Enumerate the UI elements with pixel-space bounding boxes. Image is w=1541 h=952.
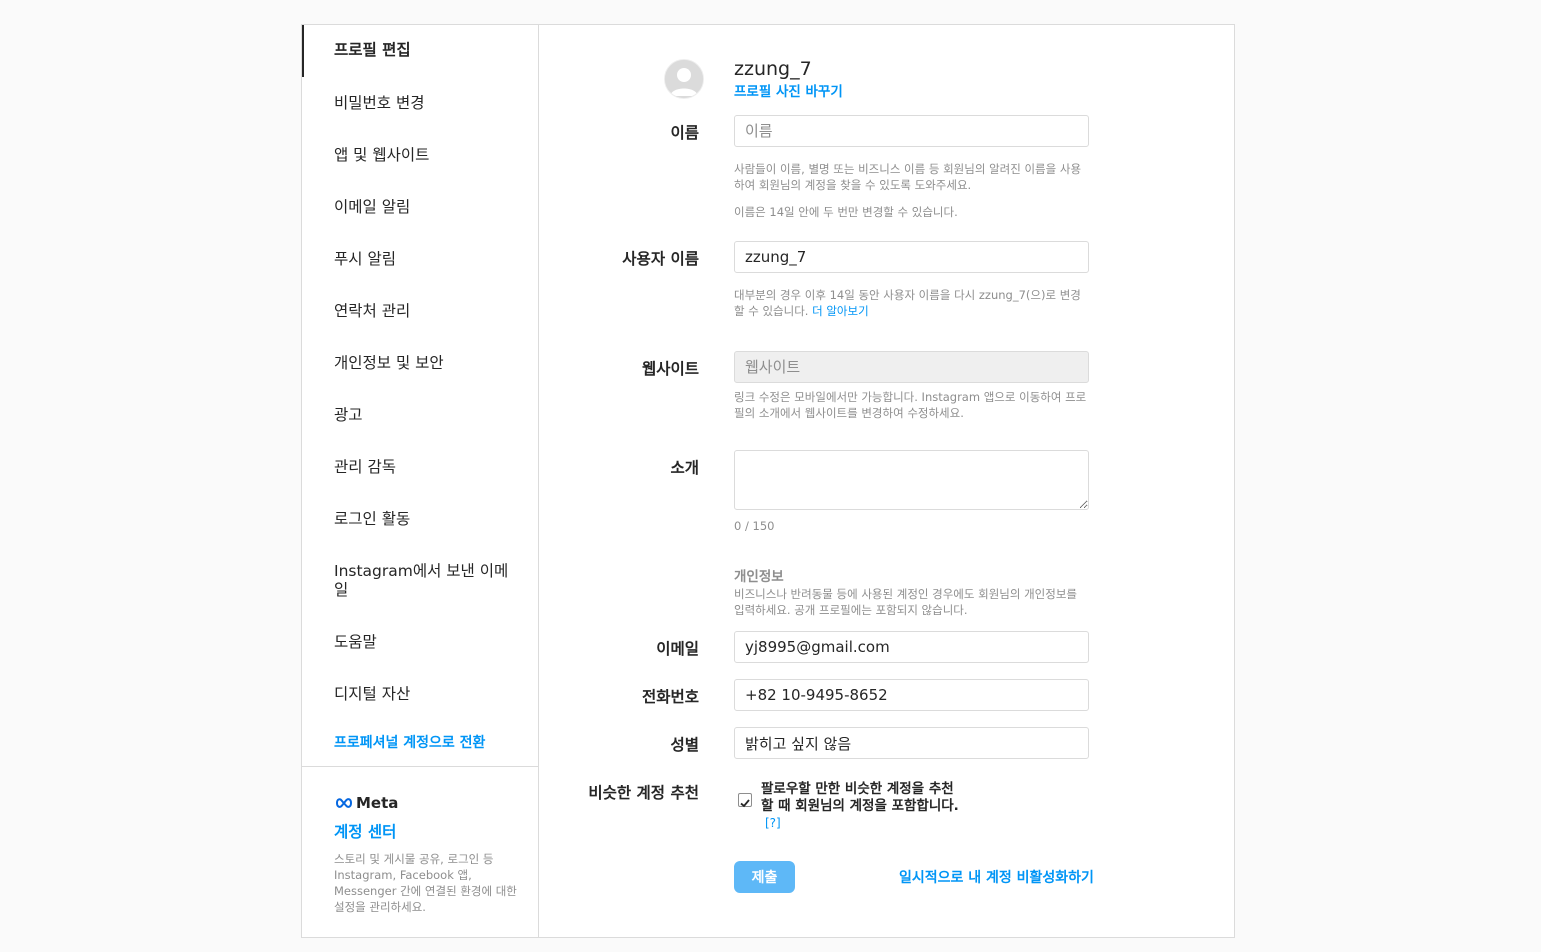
accounts-center-description: 스토리 및 게시물 공유, 로그인 등 Instagram, Facebook … [334, 852, 517, 914]
avatar[interactable] [664, 59, 704, 99]
accounts-center-link[interactable]: 계정 센터 [334, 820, 396, 842]
website-label: 웹사이트 [641, 360, 699, 378]
phone-input[interactable] [734, 679, 1089, 711]
email-input[interactable] [734, 631, 1089, 663]
gender-label: 성별 [670, 736, 699, 754]
settings-sidebar: 프로필 편집비밀번호 변경앱 및 웹사이트이메일 알림푸시 알림연락처 관리개인… [302, 25, 539, 937]
checkmark-icon [740, 799, 750, 808]
bio-label: 소개 [670, 459, 699, 477]
name-input[interactable] [734, 115, 1089, 147]
sidebar-item-contacts[interactable]: 연락처 관리 [302, 302, 538, 321]
sidebar-item-change-password[interactable]: 비밀번호 변경 [302, 94, 538, 113]
sidebar-item-supervision[interactable]: 관리 감독 [302, 458, 538, 477]
sidebar-item-apps-websites[interactable]: 앱 및 웹사이트 [302, 146, 538, 165]
name-change-limit-help: 이름은 14일 안에 두 번만 변경할 수 있습니다. [734, 205, 958, 219]
sidebar-item-edit-profile[interactable]: 프로필 편집 [302, 25, 538, 77]
sidebar-item-help[interactable]: 도움말 [302, 633, 538, 652]
sidebar-item-email-notifications[interactable]: 이메일 알림 [302, 198, 538, 217]
edit-profile-form: zzung_7 프로필 사진 바꾸기 이름 사람들이 이름, 별명 또는 비즈니… [540, 25, 1234, 937]
similar-accounts-label: 비슷한 계정 추천 [588, 784, 699, 802]
change-profile-photo-link[interactable]: 프로필 사진 바꾸기 [734, 80, 843, 100]
bio-counter: 0 / 150 [734, 519, 775, 533]
phone-label: 전화번호 [641, 688, 699, 706]
sidebar-item-privacy-security[interactable]: 개인정보 및 보안 [302, 354, 538, 373]
bio-textarea[interactable] [734, 450, 1089, 510]
sidebar-item-ads[interactable]: 광고 [302, 406, 538, 425]
personal-info-title: 개인정보 [734, 569, 784, 585]
switch-to-professional-link[interactable]: 프로페셔널 계정으로 전환 [302, 734, 538, 753]
sidebar-item-push-notifications[interactable]: 푸시 알림 [302, 250, 538, 269]
meta-logo: Meta [334, 794, 398, 812]
meta-infinity-icon [335, 798, 353, 808]
submit-button[interactable]: 제출 [734, 861, 795, 893]
profile-username: zzung_7 [734, 58, 812, 80]
sidebar-item-digital-assets[interactable]: 디지털 자산 [302, 685, 538, 704]
email-label: 이메일 [656, 640, 699, 658]
sidebar-item-emails-from-instagram[interactable]: Instagram에서 보낸 이메일 [302, 562, 518, 600]
similar-accounts-description: 팔로우할 만한 비슷한 계정을 추천할 때 회원님의 계정을 포함합니다. [761, 781, 959, 814]
similar-accounts-text: 팔로우할 만한 비슷한 계정을 추천할 때 회원님의 계정을 포함합니다. [?… [761, 781, 961, 832]
similar-accounts-help-link[interactable]: [?] [765, 816, 781, 830]
learn-more-link[interactable]: 더 알아보기 [812, 304, 869, 318]
username-label: 사용자 이름 [622, 250, 699, 268]
settings-panel: 프로필 편집비밀번호 변경앱 및 웹사이트이메일 알림푸시 알림연락처 관리개인… [301, 24, 1235, 938]
username-help: 대부분의 경우 이후 14일 동안 사용자 이름을 다시 zzung_7(으)로… [734, 287, 1089, 319]
name-label: 이름 [670, 124, 699, 142]
username-input[interactable] [734, 241, 1089, 273]
sidebar-item-login-activity[interactable]: 로그인 활동 [302, 510, 538, 529]
personal-info-help: 비즈니스나 반려동물 등에 사용된 계정인 경우에도 회원님의 개인정보를 입력… [734, 587, 1077, 617]
website-input [734, 351, 1089, 383]
meta-logo-text: Meta [356, 794, 399, 812]
gender-input[interactable] [734, 727, 1089, 759]
similar-accounts-checkbox[interactable] [738, 793, 752, 808]
deactivate-account-link[interactable]: 일시적으로 내 계정 비활성화하기 [899, 867, 1094, 887]
username-help-text: 대부분의 경우 이후 14일 동안 사용자 이름을 다시 zzung_7(으)로… [734, 288, 1081, 318]
name-help: 사람들이 이름, 별명 또는 비즈니스 이름 등 회원님의 알려진 이름을 사용… [734, 162, 1082, 192]
website-help: 링크 수정은 모바일에서만 가능합니다. Instagram 앱으로 이동하여 … [734, 390, 1087, 420]
meta-accounts-center: Meta 계정 센터 스토리 및 게시물 공유, 로그인 등 Instagram… [302, 766, 538, 938]
default-avatar-icon [665, 60, 703, 98]
